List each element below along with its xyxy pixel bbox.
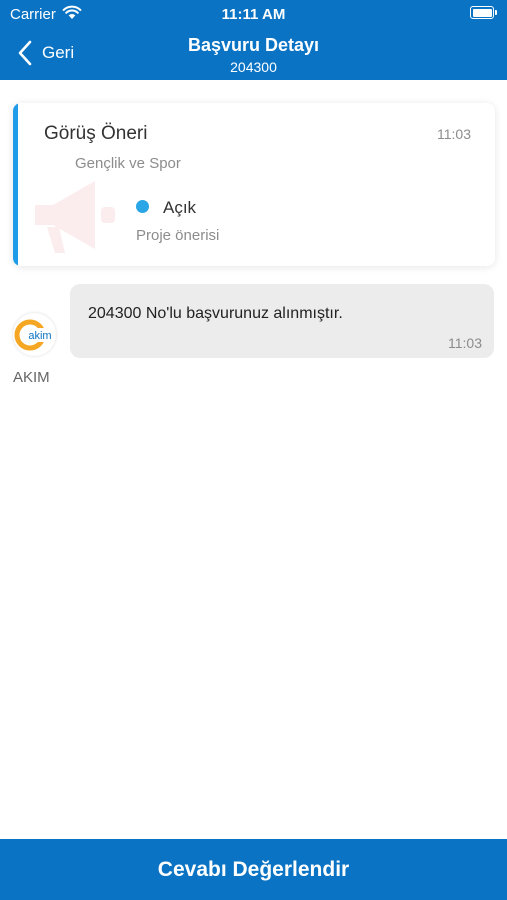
message-time: 11:03	[448, 335, 482, 351]
logo-text: akim	[28, 330, 51, 342]
status-badge: Açık	[163, 198, 197, 217]
sender-name: AKIM	[13, 369, 50, 386]
evaluate-answer-button[interactable]: Cevabı Değerlendir	[0, 839, 507, 900]
status-time: 11:11 AM	[221, 6, 286, 23]
application-time: 11:03	[437, 126, 471, 142]
application-category: Gençlik ve Spor	[75, 155, 181, 172]
status-dot	[136, 200, 149, 213]
application-title: Görüş Öneri	[44, 123, 148, 144]
card-accent-bar	[13, 103, 18, 266]
avatar: akim	[13, 313, 56, 356]
navigation-header: Carrier 11:11 AM Geri Başvuru Detayı 204…	[0, 0, 507, 80]
battery-icon	[470, 6, 497, 19]
application-card: Görüş Öneri 11:03 Gençlik ve Spor Açık P…	[13, 103, 495, 266]
application-number: 204300	[230, 59, 277, 75]
megaphone-icon	[35, 181, 115, 253]
application-type: Proje önerisi	[136, 227, 220, 244]
akim-logo: akim	[14, 319, 54, 351]
page-title: Başvuru Detayı	[187, 35, 320, 55]
message-bubble: 204300 No'lu başvurunuz alınmıştır. 11:0…	[70, 284, 494, 358]
message-text: 204300 No'lu başvurunuz alınmıştır.	[88, 305, 343, 322]
